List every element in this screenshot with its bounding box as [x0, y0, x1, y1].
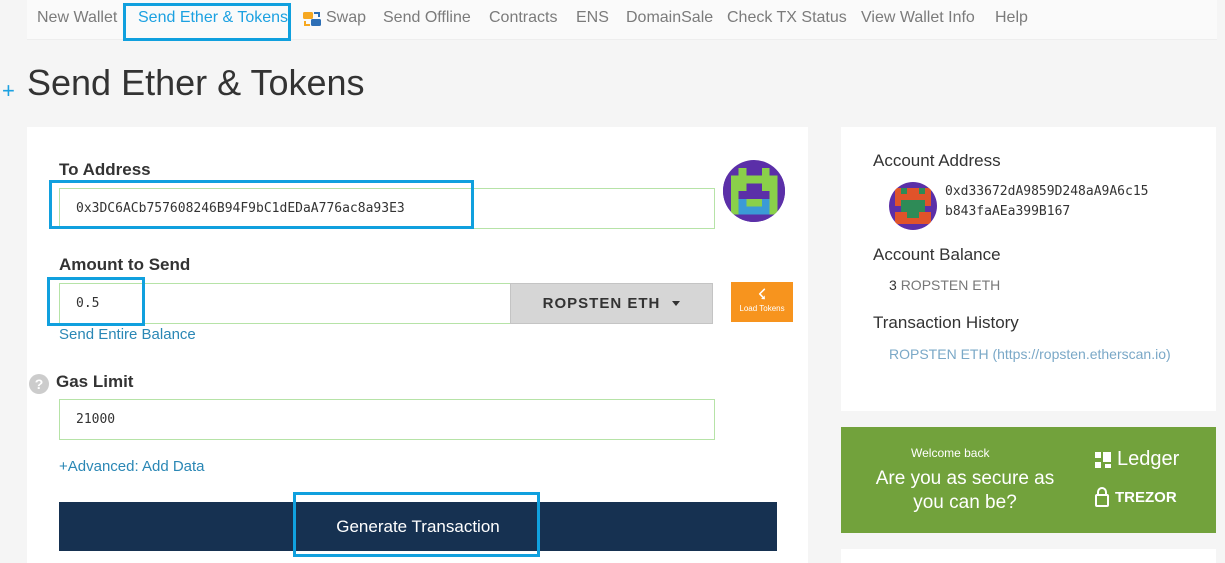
nav-view-wallet-info[interactable]: View Wallet Info	[861, 9, 975, 27]
amount-label: Amount to Send	[59, 255, 191, 274]
nav-new-wallet[interactable]: New Wallet	[37, 9, 117, 27]
gas-limit-input[interactable]: 21000	[59, 399, 715, 440]
help-icon[interactable]: ?	[29, 374, 49, 394]
nav-help[interactable]: Help	[995, 9, 1028, 27]
chevron-down-icon	[672, 301, 681, 306]
nav-send-offline[interactable]: Send Offline	[383, 9, 471, 27]
account-identicon	[889, 182, 937, 230]
highlight-amount	[47, 277, 145, 326]
recipient-identicon	[723, 160, 785, 222]
lightning-icon: ☇	[757, 286, 767, 302]
account-balance-label: Account Balance	[873, 245, 1001, 264]
trezor-brand: TREZOR	[1095, 487, 1177, 507]
nav-swap[interactable]: Swap	[326, 9, 366, 27]
load-tokens-button[interactable]: ☇ Load Tokens	[731, 282, 793, 322]
lock-icon	[1095, 487, 1109, 507]
balance-amount: 3 ROPSTEN ETH	[889, 277, 1001, 293]
nav-contracts[interactable]: Contracts	[489, 9, 557, 27]
send-entire-balance-link[interactable]: Send Entire Balance	[59, 326, 196, 343]
plus-icon: +	[2, 78, 15, 103]
sidebar-card-bottom	[841, 549, 1216, 563]
nav-domainsale[interactable]: DomainSale	[626, 9, 713, 27]
gas-limit-label: Gas Limit	[56, 372, 134, 391]
to-address-label: To Address	[59, 160, 151, 179]
highlight-generate	[293, 492, 540, 557]
advanced-add-data-link[interactable]: +Advanced: Add Data	[59, 458, 205, 475]
gas-limit-value: 21000	[76, 412, 116, 427]
highlight-to-address	[49, 180, 474, 229]
currency-label: ROPSTEN ETH	[542, 295, 661, 312]
nav-check-tx-status[interactable]: Check TX Status	[727, 9, 847, 27]
promo-welcome: Welcome back	[911, 446, 990, 460]
ledger-brand: Ledger	[1095, 448, 1179, 471]
swap-icon	[303, 12, 321, 26]
hardware-wallet-promo[interactable]: Welcome back Are you as secure as you ca…	[841, 427, 1216, 533]
account-address-value: 0xd33672dA9859D248aA9A6c15 b843faAEa399B…	[945, 184, 1149, 219]
transaction-history-label: Transaction History	[873, 313, 1019, 332]
transaction-history-link[interactable]: ROPSTEN ETH (https://ropsten.etherscan.i…	[889, 343, 1189, 365]
currency-dropdown[interactable]: ROPSTEN ETH	[510, 283, 713, 324]
account-sidebar: Account Address 0xd33672dA9859D248aA9A6c…	[841, 127, 1216, 411]
ledger-icon	[1095, 451, 1111, 468]
highlight-nav-send	[123, 3, 291, 41]
nav-ens[interactable]: ENS	[576, 9, 609, 27]
account-address-label: Account Address	[873, 151, 1001, 170]
promo-question: Are you as secure as you can be?	[875, 468, 1055, 513]
page-title: Send Ether & Tokens	[27, 62, 365, 103]
load-tokens-label: Load Tokens	[739, 304, 785, 313]
